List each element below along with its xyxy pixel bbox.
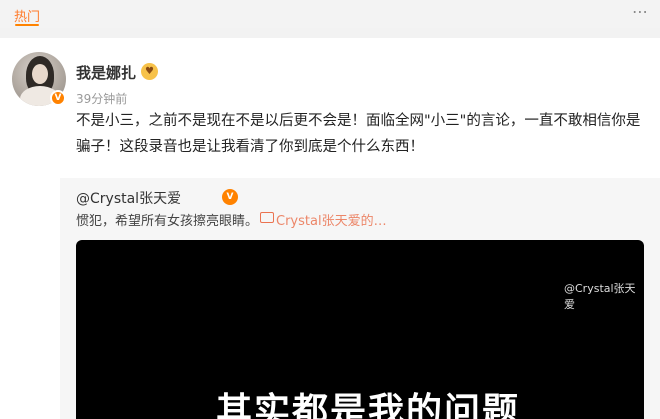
- repost-box[interactable]: @Crystal张天爱 V 惯犯，希望所有女孩擦亮眼睛。 Crystal张天爱的…: [60, 178, 660, 419]
- repost-text: 惯犯，希望所有女孩擦亮眼睛。: [76, 214, 259, 229]
- post-timestamp: 39分钟前: [76, 92, 128, 106]
- avatar-face: [32, 64, 48, 84]
- repost-verified-icon: V: [222, 189, 238, 205]
- video-player[interactable]: @Crystal张天爱 其实都是我的问题: [76, 240, 644, 419]
- top-bar: 热门 ⋯: [0, 0, 660, 28]
- repost-author[interactable]: @Crystal张天爱: [76, 188, 181, 208]
- post-text: 不是小三，之前不是现在不是以后更不会是！面临全网"小三"的言论，一直不敢相信你是…: [76, 113, 641, 155]
- more-icon[interactable]: ⋯: [632, 2, 649, 21]
- video-subtitle: 其实都是我的问题: [216, 391, 521, 419]
- post-card: V 我是娜扎 ♥ 39分钟前 不是小三，之前不是现在不是以后更不会是！面临全网"…: [0, 38, 660, 419]
- post-username[interactable]: 我是娜扎: [76, 62, 136, 83]
- active-tab-indicator: [15, 24, 39, 26]
- fan-emoji-icon: ♥: [141, 63, 158, 80]
- tab-hot[interactable]: 热门: [14, 6, 40, 25]
- repost-link[interactable]: Crystal张天爱的…: [276, 210, 387, 229]
- video-link-icon: [260, 212, 274, 223]
- video-watermark: @Crystal张天爱: [564, 282, 636, 311]
- verified-badge-icon: V: [50, 90, 66, 106]
